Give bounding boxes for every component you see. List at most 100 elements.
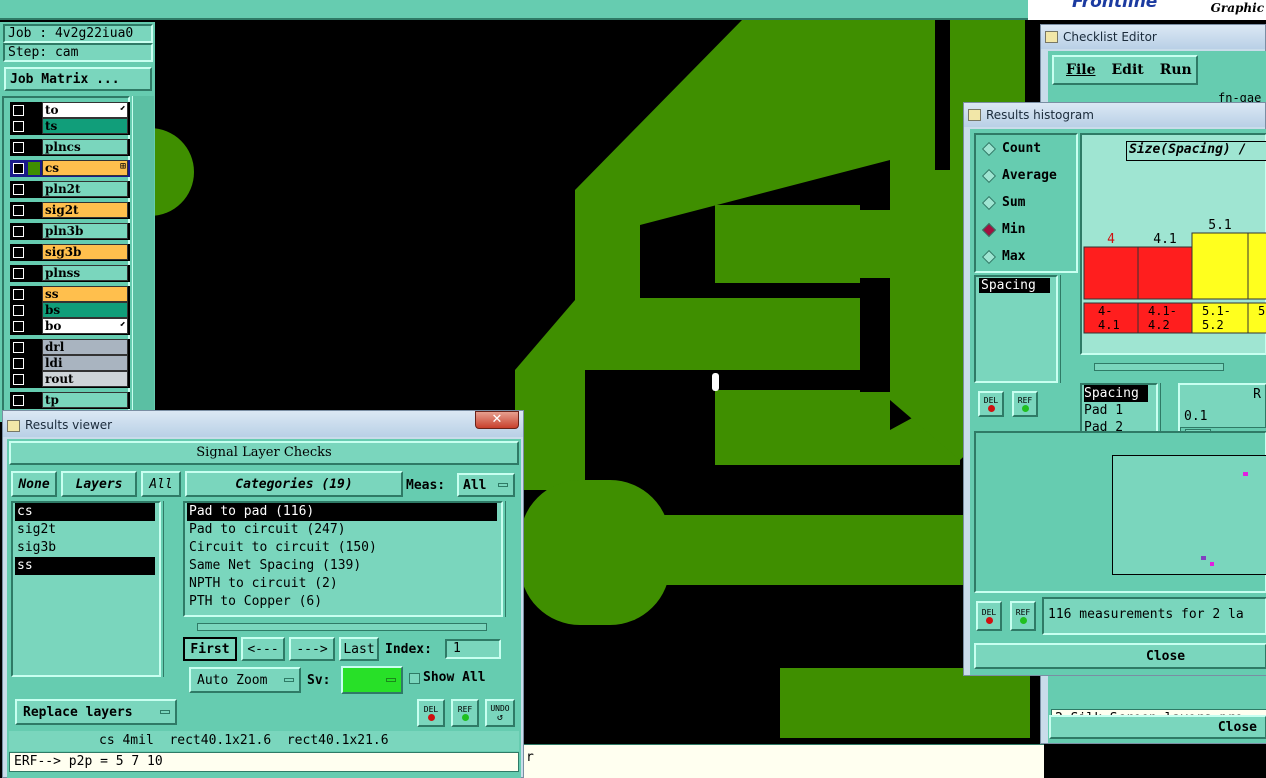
histogram-bar[interactable] [1247, 232, 1266, 300]
menu-run[interactable]: Run [1160, 62, 1192, 78]
preview-del-button[interactable]: DEL [976, 601, 1002, 631]
auto-zoom-select[interactable]: Auto Zoom [189, 667, 301, 693]
next-button[interactable]: ---> [289, 637, 335, 661]
layer-name: rout [42, 371, 128, 387]
hist-option-sum[interactable]: Sum [976, 195, 1076, 213]
sv-label: Sv: [307, 673, 331, 688]
histogram-bars[interactable]: 44-4.14.14.1-4.25.15.1-5.25 [1082, 135, 1266, 355]
hist-option-count[interactable]: Count [976, 141, 1076, 159]
layer-checkbox[interactable] [13, 305, 24, 316]
layer-row-sig3b[interactable]: sig3b [10, 244, 130, 261]
hist-ref-button[interactable]: REF [1012, 391, 1038, 417]
histogram-preview[interactable] [974, 431, 1266, 593]
histogram-hscroll[interactable] [1082, 361, 1266, 373]
rv-del-button[interactable]: DEL [417, 699, 445, 727]
layer-row-tp[interactable]: tp [10, 392, 130, 409]
spacing-list-item[interactable]: Spacing [979, 278, 1050, 293]
show-all-checkbox[interactable] [409, 673, 420, 684]
meas-select[interactable]: All [457, 473, 515, 497]
layer-checkbox[interactable] [13, 395, 24, 406]
layer-checkbox[interactable] [13, 342, 24, 353]
layer-checkbox[interactable] [13, 321, 24, 332]
category-item[interactable]: Circuit to circuit (150) [187, 539, 497, 557]
histogram-bar[interactable] [1137, 246, 1193, 300]
layer-row-ts[interactable]: ts [10, 118, 130, 135]
preview-ref-button[interactable]: REF [1010, 601, 1036, 631]
layer-checkbox[interactable] [13, 184, 24, 195]
layer-row-bs[interactable]: bs [10, 302, 130, 319]
layer-checkbox[interactable] [13, 289, 24, 300]
layer-checkbox[interactable] [13, 205, 24, 216]
results-layer-list[interactable]: cs sig2t sig3b ss [11, 501, 161, 677]
replace-layers-select[interactable]: Replace layers [15, 699, 177, 725]
layer-checkbox[interactable] [13, 358, 24, 369]
checklist-close-button[interactable]: Close [1049, 715, 1266, 739]
layer-color-swatch [28, 341, 40, 354]
layer-checkbox[interactable] [13, 163, 24, 174]
job-matrix-button[interactable]: Job Matrix ... [4, 67, 152, 91]
dropdown-icon [498, 483, 508, 487]
layer-checkbox[interactable] [13, 121, 24, 132]
layer-row-drl[interactable]: drl [10, 339, 130, 356]
layer-row-to[interactable]: to⬋ [10, 102, 130, 119]
histogram-bar[interactable] [1191, 232, 1249, 300]
layer-checkbox[interactable] [13, 247, 24, 258]
categories-list[interactable]: Pad to pad (116) Pad to circuit (247) Circ… [183, 501, 503, 617]
hist-option-min[interactable]: Min [976, 222, 1076, 240]
categories-button[interactable]: Categories (19) [185, 471, 403, 497]
histogram-close-button[interactable]: Close [974, 643, 1266, 669]
rv-undo-button[interactable]: UNDO ↺ [485, 699, 515, 727]
spacing-list[interactable]: Spacing [974, 275, 1058, 383]
results-layer-item[interactable]: ss [15, 557, 155, 575]
results-layer-item[interactable]: sig2t [15, 521, 155, 539]
hist-option-max[interactable]: Max [976, 249, 1076, 267]
layers-button[interactable]: Layers [61, 471, 137, 497]
layer-row-plncs[interactable]: plncs [10, 139, 130, 156]
layer-row-cs[interactable]: cs⊞ [10, 160, 130, 177]
menu-edit[interactable]: Edit [1111, 62, 1143, 78]
hist-option-average[interactable]: Average [976, 168, 1076, 186]
all-button[interactable]: All [141, 471, 181, 497]
sv-color-select[interactable] [341, 666, 403, 694]
category-item[interactable]: Same Net Spacing (139) [187, 557, 497, 575]
none-button[interactable]: None [11, 471, 57, 497]
prev-button[interactable]: <--- [241, 637, 285, 661]
histogram-bar[interactable] [1083, 246, 1139, 300]
rv-ref-button[interactable]: REF [451, 699, 479, 727]
layer-row-pln3b[interactable]: pln3b [10, 223, 130, 240]
layer-row-bo[interactable]: bo⬋ [10, 318, 130, 335]
results-layer-item[interactable]: sig3b [15, 539, 155, 557]
category-item[interactable]: Pad to circuit (247) [187, 521, 497, 539]
layer-checkbox[interactable] [13, 226, 24, 237]
layer-checkbox[interactable] [13, 268, 24, 279]
categories-hscroll[interactable] [183, 621, 501, 633]
bin-label: 4- [1098, 304, 1112, 318]
layer-row-plnss[interactable]: plnss [10, 265, 130, 282]
category-item[interactable]: Pad to pad (116) [187, 503, 497, 521]
layer-name: to [42, 102, 128, 118]
layer-list-scrollbar[interactable] [132, 96, 154, 422]
layer-row-rout[interactable]: rout [10, 371, 130, 388]
layer-row-ldi[interactable]: ldi [10, 355, 130, 372]
category-item[interactable]: PTH to Copper (6) [187, 593, 497, 611]
layer-row-sig2t[interactable]: sig2t [10, 202, 130, 219]
category-item[interactable]: NPTH to circuit (2) [187, 575, 497, 593]
menu-file[interactable]: File [1066, 62, 1095, 78]
close-icon[interactable]: ✕ [475, 411, 519, 429]
layer-checkbox[interactable] [13, 374, 24, 385]
layer-checkbox[interactable] [13, 142, 24, 153]
hist-del-button[interactable]: DEL [978, 391, 1004, 417]
spacing-list-scrollbar[interactable] [1060, 275, 1074, 383]
last-button[interactable]: Last [339, 637, 379, 661]
results-layer-hscroll[interactable] [11, 681, 161, 693]
index-input[interactable]: 1 [445, 639, 501, 659]
layer-name: drl [42, 339, 128, 355]
layer-checkbox[interactable] [13, 105, 24, 116]
first-button[interactable]: First [183, 637, 237, 661]
categories-scrollbar[interactable] [505, 501, 519, 617]
meas-label: Meas: [406, 478, 446, 493]
results-layer-scrollbar[interactable] [163, 501, 177, 677]
layer-row-ss[interactable]: ss [10, 286, 130, 303]
layer-row-pln2t[interactable]: pln2t [10, 181, 130, 198]
results-layer-item[interactable]: cs [15, 503, 155, 521]
